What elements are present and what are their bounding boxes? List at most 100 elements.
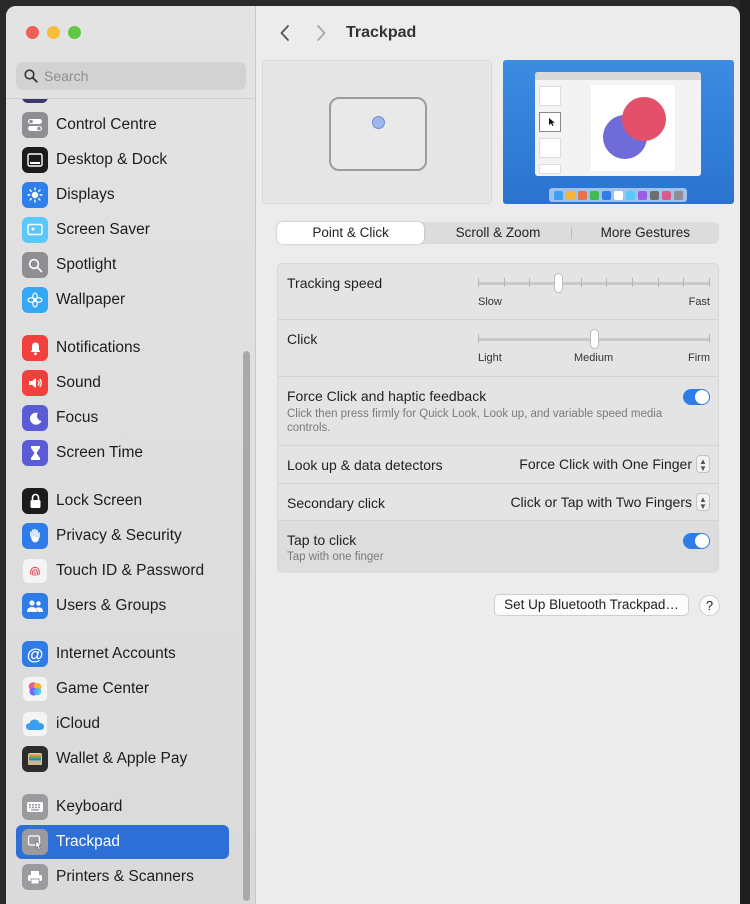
secondary-click-label: Secondary click bbox=[287, 495, 386, 511]
preview-slide-canvas bbox=[591, 85, 675, 171]
magnifier-icon bbox=[22, 252, 48, 278]
background-strip bbox=[740, 0, 750, 904]
sidebar-item-label: Printers & Scanners bbox=[56, 868, 194, 885]
sidebar-item-label: Keyboard bbox=[56, 798, 123, 815]
sidebar-item-label: Control Centre bbox=[56, 116, 157, 133]
sidebar-item-label: Game Center bbox=[56, 680, 150, 697]
back-button[interactable] bbox=[279, 24, 291, 42]
sidebar-item-keyboard[interactable]: Keyboard bbox=[16, 790, 229, 824]
click-knob[interactable] bbox=[589, 329, 599, 349]
sidebar: Control Centre Desktop & Dock Displays S… bbox=[6, 6, 256, 904]
sidebar-item-label: Screen Time bbox=[56, 444, 144, 461]
moon-icon bbox=[22, 405, 48, 431]
sidebar-item-wallet-apple-pay[interactable]: Wallet & Apple Pay bbox=[16, 742, 229, 776]
sidebar-item-label: Touch ID & Password bbox=[56, 562, 205, 579]
set-up-bluetooth-trackpad-button[interactable]: Set Up Bluetooth Trackpad… bbox=[494, 594, 689, 616]
sidebar-item-spotlight[interactable]: Spotlight bbox=[16, 248, 229, 282]
tracking-speed-row: Tracking speed Slow Fast bbox=[278, 264, 718, 320]
preview-slide-thumb bbox=[539, 86, 561, 106]
sidebar-item-control-centre[interactable]: Control Centre bbox=[16, 108, 229, 142]
hourglass-icon bbox=[22, 440, 48, 466]
tap-to-click-label: Tap to click bbox=[287, 532, 357, 548]
sidebar-item-wallpaper[interactable]: Wallpaper bbox=[16, 283, 229, 317]
sidebar-item-users-groups[interactable]: Users & Groups bbox=[16, 589, 229, 623]
updown-chevron-icon: ▲ ▼ bbox=[696, 455, 710, 473]
secondary-click-row: Secondary click Click or Tap with Two Fi… bbox=[278, 484, 718, 521]
dock-icon bbox=[22, 147, 48, 173]
slider-min-label: Light bbox=[478, 352, 502, 364]
look-up-row: Look up & data detectors Force Click wit… bbox=[278, 446, 718, 484]
sidebar-item-label: Desktop & Dock bbox=[56, 151, 168, 168]
sidebar-item-screen-saver[interactable]: Screen Saver bbox=[16, 213, 229, 247]
sun-icon bbox=[22, 182, 48, 208]
search-field[interactable] bbox=[16, 62, 246, 90]
forward-button[interactable] bbox=[315, 24, 327, 42]
sidebar-item-label: Focus bbox=[56, 409, 99, 426]
tracking-speed-slider[interactable] bbox=[478, 273, 710, 293]
click-row: Click Light Medium Firm bbox=[278, 320, 718, 377]
search-input[interactable] bbox=[44, 68, 234, 84]
sidebar-item-trackpad[interactable]: Trackpad bbox=[16, 825, 229, 859]
wallet-icon bbox=[22, 746, 48, 772]
click-slider[interactable] bbox=[478, 329, 710, 349]
page-title: Trackpad bbox=[346, 24, 417, 41]
sidebar-item-label: Users & Groups bbox=[56, 597, 167, 614]
sidebar-item-lock-screen[interactable]: Lock Screen bbox=[16, 484, 229, 518]
look-up-popup[interactable]: Force Click with One Finger ▲ ▼ bbox=[519, 455, 710, 473]
sidebar-item-icloud[interactable]: iCloud bbox=[16, 707, 229, 741]
slider-min-label: Slow bbox=[478, 296, 502, 308]
system-settings-window: Control Centre Desktop & Dock Displays S… bbox=[6, 6, 740, 904]
sidebar-item-focus[interactable]: Focus bbox=[16, 401, 229, 435]
slider-mid-label: Medium bbox=[574, 352, 614, 364]
preview-dock bbox=[549, 188, 687, 202]
finger-dot bbox=[372, 116, 385, 129]
tap-to-click-toggle[interactable] bbox=[683, 533, 710, 549]
tracking-speed-label: Tracking speed bbox=[287, 275, 383, 291]
sidebar-item-label: Spotlight bbox=[56, 256, 117, 273]
sidebar-item-label: Privacy & Security bbox=[56, 527, 182, 544]
search-icon bbox=[24, 69, 38, 83]
sidebar-scrollbar[interactable] bbox=[243, 351, 250, 901]
trackpad-shape bbox=[329, 97, 427, 171]
minimize-button[interactable] bbox=[47, 26, 60, 39]
sidebar-item-sound[interactable]: Sound bbox=[16, 366, 229, 400]
users-icon bbox=[22, 593, 48, 619]
force-click-toggle[interactable] bbox=[683, 389, 710, 405]
close-button[interactable] bbox=[26, 26, 39, 39]
help-button[interactable]: ? bbox=[699, 595, 720, 616]
sidebar-item-internet-accounts[interactable]: @ Internet Accounts bbox=[16, 637, 229, 671]
sidebar-item-label: Screen Saver bbox=[56, 221, 150, 238]
slider-max-label: Fast bbox=[688, 296, 710, 308]
sidebar-item-desktop-dock[interactable]: Desktop & Dock bbox=[16, 143, 229, 177]
tab-scroll-zoom[interactable]: Scroll & Zoom bbox=[424, 222, 571, 244]
screen-saver-icon bbox=[22, 217, 48, 243]
sidebar-item-notifications[interactable]: Notifications bbox=[16, 331, 229, 365]
red-circle-shape bbox=[622, 97, 666, 141]
traffic-lights bbox=[26, 26, 81, 39]
tap-to-click-row: Tap to click Tap with one finger bbox=[278, 521, 718, 573]
sidebar-item-screen-time[interactable]: Screen Time bbox=[16, 436, 229, 470]
tab-more-gestures[interactable]: More Gestures bbox=[572, 222, 719, 244]
sidebar-item-touch-id-password[interactable]: Touch ID & Password bbox=[16, 554, 229, 588]
sidebar-item-printers-scanners[interactable]: Printers & Scanners bbox=[16, 860, 229, 894]
sidebar-item-game-center[interactable]: Game Center bbox=[16, 672, 229, 706]
sidebar-item-label: Displays bbox=[56, 186, 115, 203]
lock-icon bbox=[22, 488, 48, 514]
force-click-label: Force Click and haptic feedback bbox=[287, 388, 487, 404]
toggle-switches-icon bbox=[22, 112, 48, 138]
preview-slide-thumb bbox=[539, 164, 561, 174]
maximize-button[interactable] bbox=[68, 26, 81, 39]
slider-track bbox=[478, 282, 710, 285]
sidebar-item-privacy-security[interactable]: Privacy & Security bbox=[16, 519, 229, 553]
tab-point-click[interactable]: Point & Click bbox=[277, 222, 425, 244]
tracking-speed-knob[interactable] bbox=[553, 273, 563, 293]
preview-app-window bbox=[535, 72, 701, 176]
slider-max-label: Firm bbox=[688, 352, 710, 364]
settings-group: Tracking speed Slow Fast Click Light Med… bbox=[277, 263, 719, 573]
bell-icon bbox=[22, 335, 48, 361]
preview-slide-thumb bbox=[539, 138, 561, 158]
sidebar-item-displays[interactable]: Displays bbox=[16, 178, 229, 212]
sidebar-item-label: Notifications bbox=[56, 339, 141, 356]
trackpad-illustration bbox=[262, 60, 492, 204]
secondary-click-popup[interactable]: Click or Tap with Two Fingers ▲ ▼ bbox=[510, 493, 710, 511]
